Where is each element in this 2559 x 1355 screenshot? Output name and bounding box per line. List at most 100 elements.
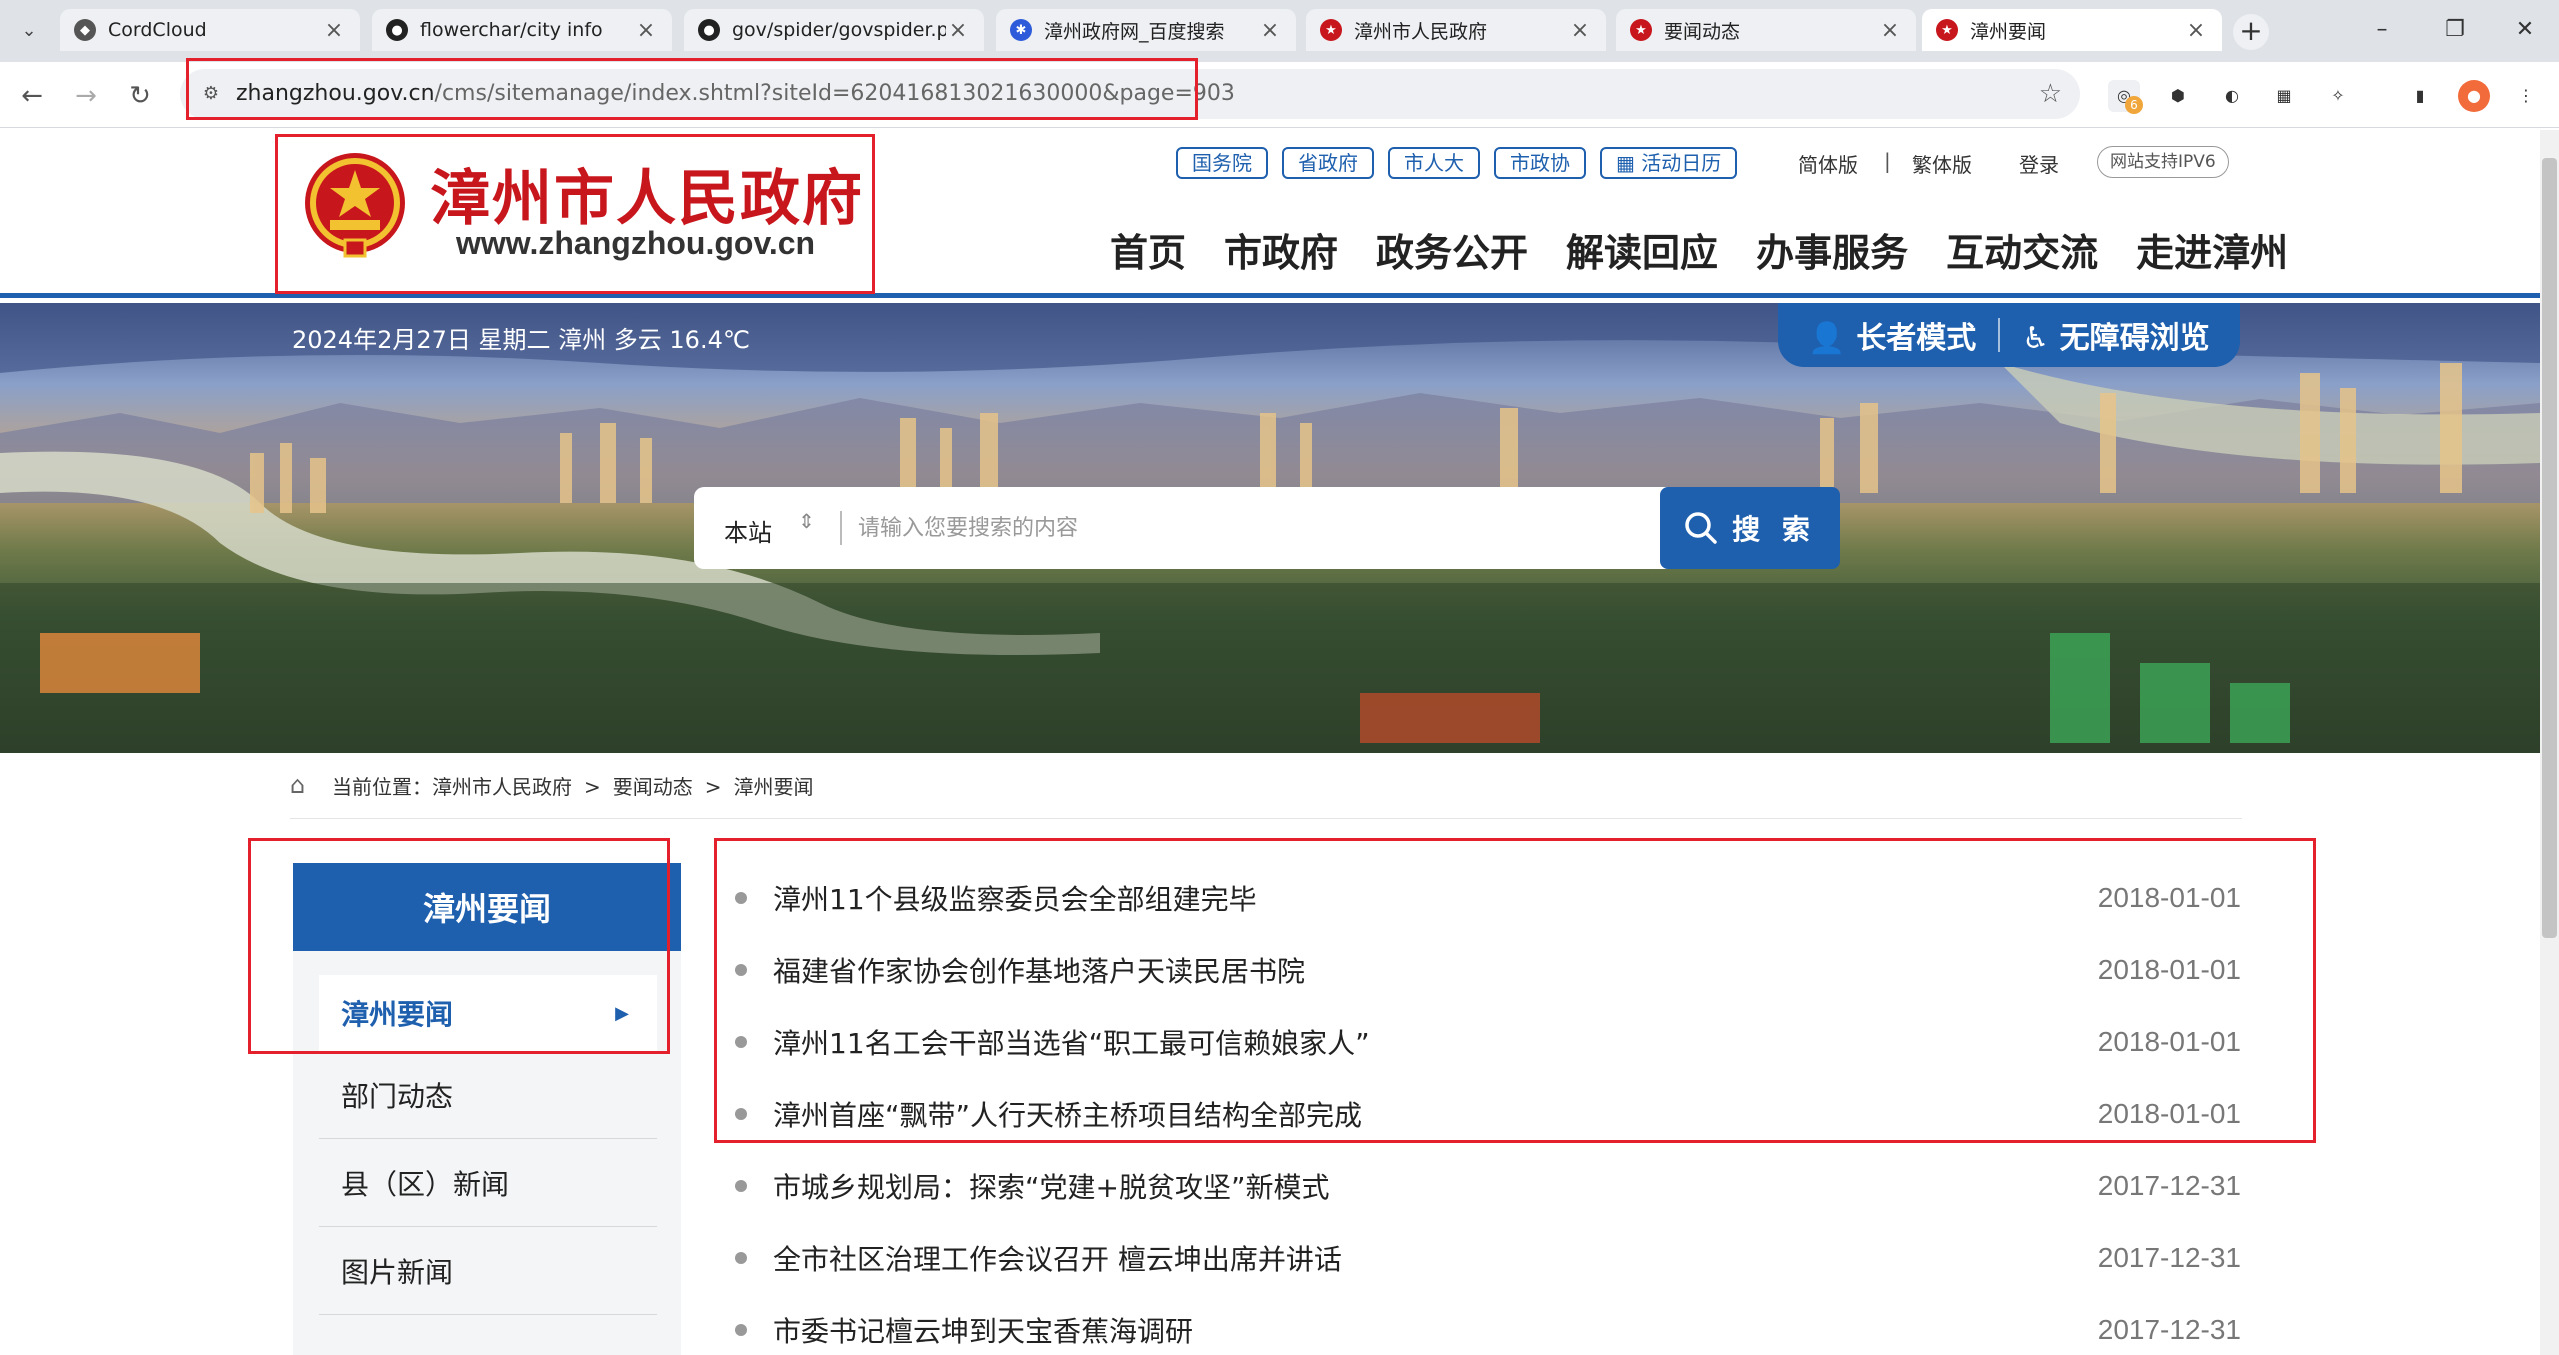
sidebar-item-label: 部门动态 — [341, 1079, 454, 1113]
news-title-link[interactable]: 市委书记檀云坤到天宝香蕉海调研 — [773, 1310, 2098, 1350]
accessible-label: 无障碍浏览 — [2059, 321, 2210, 356]
extension-shield-icon[interactable]: ⬢ — [2162, 80, 2194, 112]
login-link[interactable]: 登录 — [2019, 149, 2059, 178]
tab-title: 要闻动态 — [1664, 20, 1741, 43]
site-search-bar: 本站 ⇕ 搜 索 — [694, 487, 1840, 569]
sidebar-item-photo-news[interactable]: 图片新闻 — [319, 1227, 657, 1315]
scrollbar-thumb[interactable] — [2542, 158, 2557, 938]
close-tab-icon[interactable]: × — [1878, 18, 1902, 43]
browser-tab[interactable]: ★ 要闻动态 × — [1616, 9, 1916, 51]
close-tab-icon[interactable]: × — [946, 18, 970, 43]
tab-title: CordCloud — [108, 19, 207, 41]
browser-tab[interactable]: ● flowerchar/city info × — [372, 9, 672, 51]
top-link-cppcc[interactable]: 市政协 — [1494, 147, 1586, 179]
nav-services[interactable]: 办事服务 — [1756, 222, 1908, 277]
news-list-item[interactable]: 市委书记檀云坤到天宝香蕉海调研 2017-12-31 — [735, 1310, 2241, 1350]
gov-emblem-favicon-icon: ★ — [1320, 19, 1342, 41]
github-favicon-icon: ● — [386, 19, 408, 41]
breadcrumb: ⌂ 当前位置： 漳州市人民政府 > 要闻动态 > 漳州要闻 — [290, 773, 2242, 819]
home-icon[interactable]: ⌂ — [290, 773, 320, 797]
breadcrumb-item[interactable]: 要闻动态 — [613, 773, 693, 801]
news-date: 2017-12-31 — [2097, 1170, 2241, 1201]
close-tab-icon[interactable]: × — [2184, 18, 2208, 43]
qr-code-icon[interactable]: ▦ — [2268, 80, 2300, 112]
cordcloud-favicon-icon: ◆ — [74, 19, 96, 41]
profile-avatar[interactable]: ● — [2458, 80, 2490, 112]
news-date: 2017-12-31 — [2097, 1242, 2241, 1273]
extensions-puzzle-icon[interactable]: ✧ — [2322, 80, 2354, 112]
new-tab-button[interactable]: + — [2233, 14, 2269, 50]
simplified-chinese-link[interactable]: 简体版 — [1798, 149, 1858, 178]
github-favicon-icon: ● — [698, 19, 720, 41]
forward-arrow-icon[interactable]: → — [68, 78, 104, 114]
side-panel-icon[interactable]: ▮ — [2404, 80, 2436, 112]
access-divider — [1998, 318, 2001, 352]
sidebar-item-label: 县（区）新闻 — [341, 1167, 510, 1201]
news-title-link[interactable]: 全市社区治理工作会议召开 檀云坤出席并讲话 — [773, 1238, 2098, 1278]
baidu-favicon-icon: ✱ — [1010, 19, 1032, 41]
close-tab-icon[interactable]: × — [322, 18, 346, 43]
nav-about-zhangzhou[interactable]: 走进漳州 — [2136, 222, 2288, 277]
nav-interaction[interactable]: 互动交流 — [1946, 222, 2098, 277]
news-title-link[interactable]: 市城乡规划局：探索“党建+脱贫攻坚”新模式 — [773, 1166, 2098, 1206]
top-link-state-council[interactable]: 国务院 — [1176, 147, 1268, 179]
breadcrumb-item[interactable]: 漳州市人民政府 — [432, 773, 572, 801]
breadcrumb-prefix: 当前位置： — [332, 775, 432, 799]
top-link-province[interactable]: 省政府 — [1282, 147, 1374, 179]
breadcrumb-separator: > — [584, 775, 601, 799]
elder-mode-label: 长者模式 — [1856, 321, 1977, 356]
wheelchair-icon: ♿ — [2022, 321, 2050, 356]
news-list-item[interactable]: 市城乡规划局：探索“党建+脱贫攻坚”新模式 2017-12-31 — [735, 1166, 2241, 1206]
reload-icon[interactable]: ↻ — [122, 78, 158, 114]
nav-open-affairs[interactable]: 政务公开 — [1376, 222, 1528, 277]
traditional-chinese-link[interactable]: 繁体版 — [1912, 149, 1972, 178]
nav-home[interactable]: 首页 — [1110, 222, 1186, 277]
lang-divider: | — [1884, 149, 1891, 173]
accessible-browse-button[interactable]: ♿ 无障碍浏览 — [2022, 313, 2209, 357]
search-scope-select[interactable]: 本站 — [724, 513, 772, 548]
breadcrumb-separator: > — [704, 775, 722, 799]
browser-menu-icon[interactable]: ⋮ — [2510, 80, 2542, 112]
extension-translate-icon[interactable]: ◐ — [2216, 80, 2248, 112]
url-highlight-box — [186, 58, 1198, 120]
sidebar-item-department-news[interactable]: 部门动态 — [319, 1051, 657, 1139]
close-tab-icon[interactable]: × — [634, 18, 658, 43]
tab-search-chevron-icon[interactable]: ⌄ — [14, 16, 44, 46]
date-weather: 2024年2月27日 星期二 漳州 多云 16.4℃ — [292, 326, 750, 354]
news-list-item[interactable]: 全市社区治理工作会议召开 檀云坤出席并讲话 2017-12-31 — [735, 1238, 2241, 1278]
search-button[interactable]: 搜 索 — [1660, 487, 1840, 569]
nav-government[interactable]: 市政府 — [1224, 222, 1338, 277]
browser-tab[interactable]: ✱ 漳州政府网_百度搜索 × — [996, 9, 1296, 51]
close-window-icon[interactable]: ✕ — [2495, 10, 2555, 50]
tab-title: flowerchar/city info — [420, 19, 603, 41]
bullet-dot — [735, 1180, 747, 1192]
top-link-calendar[interactable]: 活动日历 — [1600, 147, 1738, 179]
restore-window-icon[interactable]: ❐ — [2425, 10, 2485, 50]
tab-title: 漳州政府网_百度搜索 — [1044, 20, 1225, 43]
search-input[interactable] — [858, 507, 1498, 549]
breadcrumb-item-current[interactable]: 漳州要闻 — [734, 773, 814, 801]
news-date: 2017-12-31 — [2097, 1314, 2241, 1345]
browser-tab[interactable]: ◆ CordCloud × — [60, 9, 360, 51]
ipv6-badge: 网站支持IPV6 — [2097, 146, 2229, 178]
elder-mode-button[interactable]: 👤 长者模式 — [1808, 313, 1976, 357]
tab-title: 漳州要闻 — [1970, 20, 2047, 43]
browser-tab-strip: ⌄ ◆ CordCloud × ● flowerchar/city info ×… — [0, 0, 2559, 62]
browser-tab[interactable]: ● gov/spider/govspider.p × — [684, 9, 984, 51]
nav-interpretation[interactable]: 解读回应 — [1566, 222, 1718, 277]
logo-highlight-box — [275, 134, 875, 294]
close-tab-icon[interactable]: × — [1258, 18, 1282, 43]
top-link-npc[interactable]: 市人大 — [1388, 147, 1480, 179]
close-tab-icon[interactable]: × — [1568, 18, 1592, 43]
scope-updown-icon[interactable]: ⇕ — [798, 509, 815, 533]
minimize-icon[interactable]: – — [2352, 10, 2412, 50]
scope-divider — [840, 511, 842, 545]
browser-tab[interactable]: ★ 漳州市人民政府 × — [1306, 9, 1606, 51]
sidebar-item-county-news[interactable]: 县（区）新闻 — [319, 1139, 657, 1227]
back-arrow-icon[interactable]: ← — [14, 78, 50, 114]
gov-emblem-favicon-icon: ★ — [1936, 19, 1958, 41]
sidebar-item-label: 图片新闻 — [341, 1255, 454, 1289]
browser-tab-active[interactable]: ★ 漳州要闻 × — [1922, 9, 2222, 51]
bullet-dot — [735, 1324, 747, 1336]
bookmark-star-icon[interactable]: ☆ — [2039, 79, 2062, 109]
